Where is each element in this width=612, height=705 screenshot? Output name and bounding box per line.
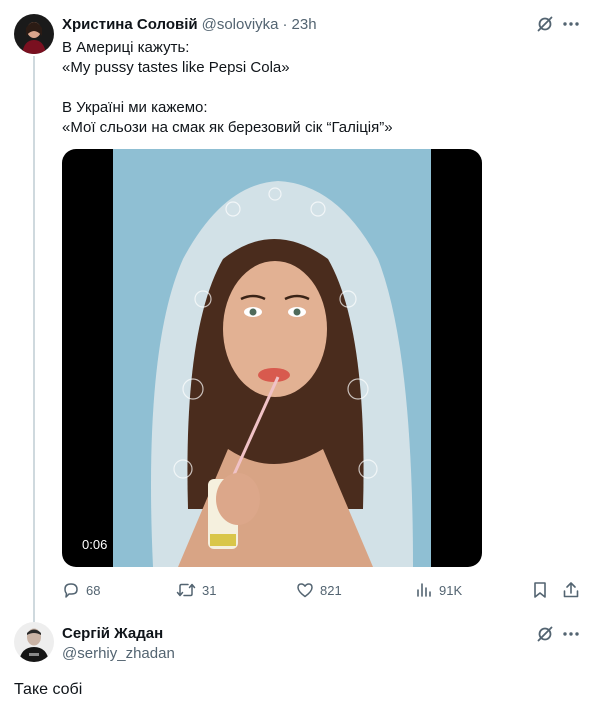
tweet-actions: 68 31 821 91K: [62, 578, 584, 602]
heart-icon: [296, 581, 314, 599]
bookmark-icon: [532, 581, 548, 599]
repost-icon: [176, 581, 196, 599]
share-icon: [562, 581, 580, 599]
tweet-time[interactable]: 23h: [292, 16, 317, 33]
reply-author-handle[interactable]: @serhiy_zhadan: [62, 644, 175, 664]
like-button[interactable]: 821: [296, 578, 342, 602]
bookmark-button[interactable]: [532, 578, 548, 602]
views-icon: [415, 581, 433, 599]
author-avatar[interactable]: [14, 14, 54, 54]
tweet-text-line: В Америці кажуть:: [62, 39, 190, 56]
like-count: 821: [320, 582, 342, 598]
more-icon[interactable]: [561, 624, 581, 644]
author-name[interactable]: Христина Соловій: [62, 16, 198, 33]
views-count: 91K: [439, 582, 463, 598]
tweet-text: В Америці кажуть: «My pussy tastes like …: [62, 38, 582, 138]
views-button[interactable]: 91K: [415, 578, 462, 602]
reply-text: Таке собі: [14, 681, 83, 698]
more-icon[interactable]: [561, 14, 581, 34]
tweet-text-line: [62, 78, 582, 98]
grok-icon[interactable]: [535, 624, 555, 644]
reply-button[interactable]: 68: [62, 578, 100, 602]
share-button[interactable]: [562, 578, 580, 602]
reply-author-name[interactable]: Сергій Жадан: [62, 624, 163, 644]
grok-icon[interactable]: [535, 14, 555, 34]
video-player[interactable]: [62, 149, 482, 567]
reply-author-avatar[interactable]: [14, 622, 54, 662]
reply-icon: [62, 581, 80, 599]
reply-count: 68: [86, 582, 101, 598]
repost-button[interactable]: 31: [176, 578, 216, 602]
meta-separator: ·: [282, 15, 288, 33]
video-frame: [113, 149, 431, 567]
video-timestamp: 0:06: [76, 535, 114, 555]
thread-line: [33, 56, 35, 622]
tweet-text-line: В Україні ми кажемо:: [62, 99, 208, 116]
tweet-text-line: «Мої сльози на смак як березовий сік “Га…: [62, 119, 393, 136]
tweet-text-line: «My pussy tastes like Pepsi Cola»: [62, 59, 290, 76]
author-handle[interactable]: @soloviyka: [202, 16, 279, 33]
repost-count: 31: [202, 582, 217, 598]
tweet-header: Христина Соловій @soloviyka · 23h: [62, 14, 317, 34]
